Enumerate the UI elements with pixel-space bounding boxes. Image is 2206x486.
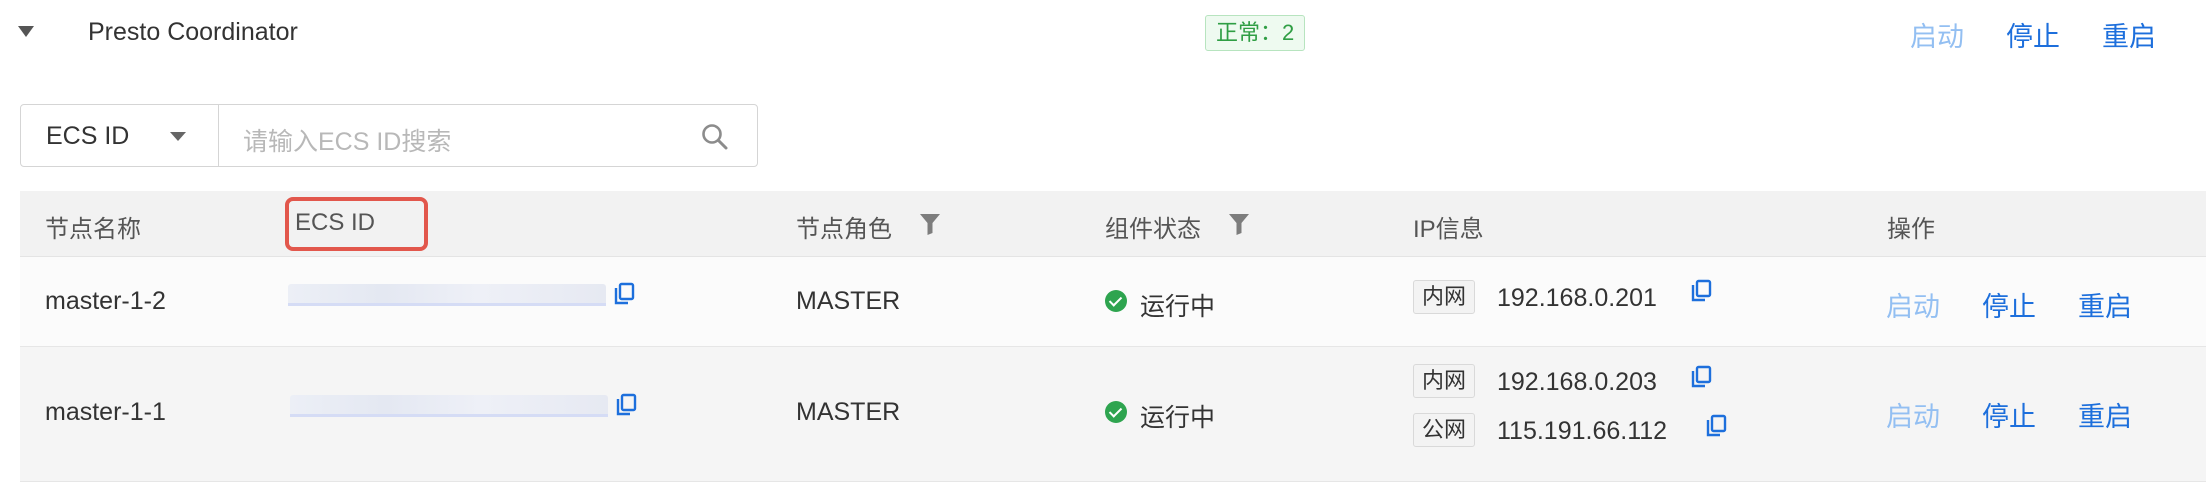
- search-icon[interactable]: [701, 123, 729, 151]
- node-name: master-1-2: [45, 287, 166, 315]
- column-component-status: 组件状态: [1105, 216, 1201, 243]
- row-start-button[interactable]: 启动: [1886, 395, 1940, 434]
- table-row: master-1-1 MASTER 运行中 内网 192.168.0.203 公…: [20, 347, 2206, 482]
- status-badge: 正常：2: [1205, 15, 1306, 51]
- row-restart-button[interactable]: 重启: [2078, 285, 2132, 324]
- table-header: 节点名称 ECS ID 节点角色 组件状态 IP信息 操作: [20, 191, 2206, 257]
- row-restart-button[interactable]: 重启: [2078, 395, 2132, 434]
- search-field-select[interactable]: ECS ID: [21, 105, 219, 166]
- column-actions: 操作: [1887, 216, 1935, 243]
- header-start-button[interactable]: 启动: [1910, 15, 1964, 54]
- copy-icon[interactable]: [613, 282, 635, 306]
- row-start-button[interactable]: 启动: [1886, 285, 1940, 324]
- table-row: master-1-2 MASTER 运行中 内网 192.168.0.201 启…: [20, 257, 2206, 347]
- column-node-role: 节点角色: [796, 216, 892, 243]
- filter-status-icon[interactable]: [1228, 212, 1250, 236]
- header-restart-button[interactable]: 重启: [2102, 15, 2156, 54]
- column-ip-info: IP信息: [1413, 216, 1484, 243]
- node-role: MASTER: [796, 287, 901, 315]
- ip-address: 192.168.0.201: [1497, 284, 1657, 312]
- row-stop-button[interactable]: 停止: [1982, 395, 2036, 434]
- copy-icon[interactable]: [1690, 365, 1712, 389]
- chevron-down-icon: [170, 132, 186, 141]
- ecs-id-redacted: [290, 395, 608, 417]
- node-role: MASTER: [796, 398, 901, 426]
- node-table: 节点名称 ECS ID 节点角色 组件状态 IP信息 操作 master-1-2…: [20, 191, 2206, 486]
- ecs-id-redacted: [288, 284, 606, 306]
- check-circle-icon: [1105, 290, 1127, 312]
- collapse-caret-icon[interactable]: [18, 26, 34, 37]
- component-status-text: 运行中: [1140, 293, 1216, 321]
- check-circle-icon: [1105, 401, 1127, 423]
- search-bar: ECS ID 请输入ECS ID搜索: [20, 104, 758, 167]
- column-node-name: 节点名称: [45, 216, 141, 243]
- ip-type-tag: 内网: [1413, 364, 1476, 398]
- copy-icon[interactable]: [1690, 279, 1712, 303]
- copy-icon[interactable]: [615, 393, 637, 417]
- component-header: Presto Coordinator 正常：2 启动 停止 重启: [0, 0, 2206, 82]
- node-name: master-1-1: [45, 398, 166, 426]
- ip-address: 115.191.66.112: [1497, 417, 1668, 445]
- row-stop-button[interactable]: 停止: [1982, 285, 2036, 324]
- ip-type-tag: 公网: [1413, 413, 1476, 447]
- header-stop-button[interactable]: 停止: [2006, 15, 2060, 54]
- search-input[interactable]: 请输入ECS ID搜索: [243, 122, 451, 158]
- search-field-value: ECS ID: [46, 122, 130, 150]
- component-status-text: 运行中: [1140, 404, 1216, 432]
- ecs-id-highlight-box: [285, 197, 428, 251]
- ip-type-tag: 内网: [1413, 280, 1476, 314]
- component-title: Presto Coordinator: [88, 18, 298, 46]
- ip-address: 192.168.0.203: [1497, 368, 1657, 396]
- filter-role-icon[interactable]: [919, 212, 941, 236]
- copy-icon[interactable]: [1705, 414, 1727, 438]
